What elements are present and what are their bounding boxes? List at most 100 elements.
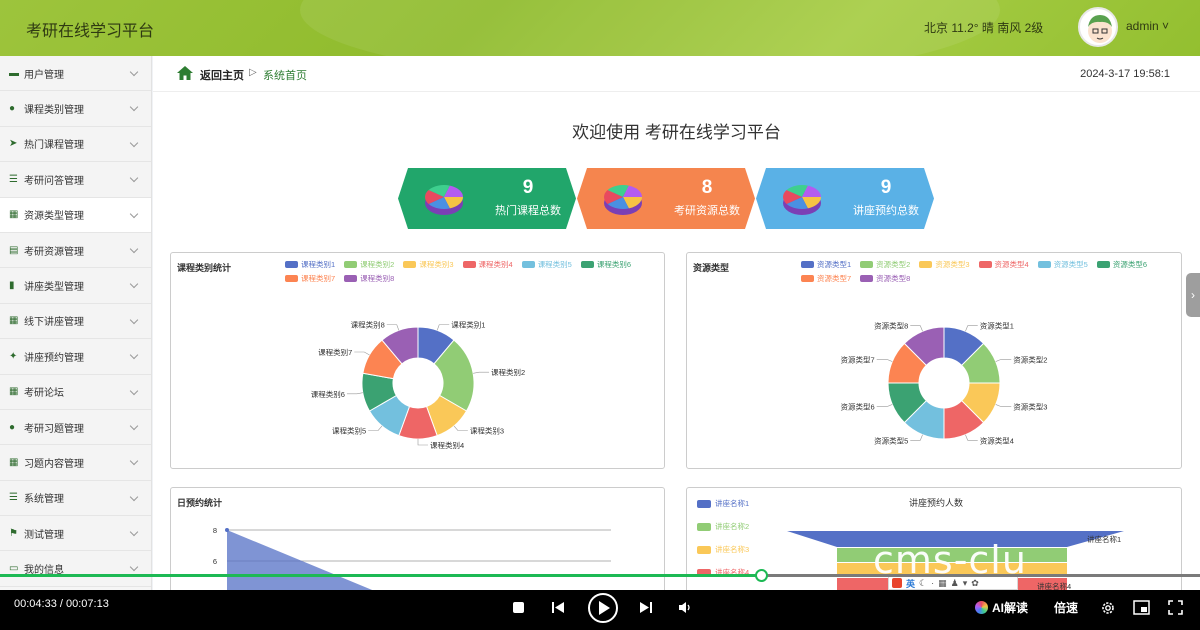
grid-icon: ▦ [9,209,19,221]
avatar-icon [1088,15,1112,43]
stat-card-resources[interactable]: 8 考研资源总数 [577,168,755,229]
moon-icon[interactable]: ☾ [919,578,927,589]
grid-icon: ▦ [9,315,19,327]
chevron-down-icon [129,67,139,77]
ticket-icon: ✦ [9,350,18,362]
stat-label: 热门课程总数 [495,205,561,217]
logo-icon [892,578,902,588]
sidebar-item-label: 课程类别管理 [24,105,84,117]
sidebar-item[interactable]: ▦ 资源类型管理 [0,197,151,233]
progress-handle[interactable] [754,569,768,582]
slice-label: 课程类别1 [451,320,485,330]
sidebar-item[interactable]: ▤ 考研资源管理 [0,232,151,269]
play-icon [588,593,618,623]
label-line [386,324,400,331]
pip-button[interactable] [1133,600,1150,615]
stop-button[interactable] [512,601,525,614]
stat-value: 9 [880,177,892,198]
data-point[interactable] [225,528,229,532]
sidebar-item[interactable]: ➤ 热门课程管理 [0,126,151,163]
slice-label: 课程类别8 [351,320,385,330]
side-expand-button[interactable]: › [1186,273,1200,317]
picture-in-picture-icon [1133,600,1150,615]
resource-type-chart: 资源类型 资源类型1 资源类型2 资源类型3 资源类型4 资源类型5 资源类型6 资源类型7… [686,252,1182,469]
breadcrumb: 返回主页 ▷ 系统首页 2024-3-17 19:58:1 [153,56,1200,92]
sidebar-item-label: 系统管理 [24,494,64,506]
label-line [876,404,893,408]
user-menu[interactable]: admin ˅ [1126,19,1169,33]
speed-button[interactable]: 倍速 [1054,599,1078,616]
sidebar-item-label: 测试管理 [24,529,64,541]
sidebar-item[interactable]: ▬ 用户管理 [0,56,151,92]
stat-value: 9 [522,177,534,198]
sidebar-item[interactable]: ☰ 考研问答管理 [0,162,151,198]
id-card-icon: ▭ [9,563,19,575]
flag-icon: ⚑ [9,527,18,539]
shirt-icon[interactable]: ▾ [963,578,968,589]
chevron-down-icon [129,421,139,431]
avatar[interactable] [1078,7,1118,47]
sidebar-item[interactable]: ▦ 考研论坛 [0,374,151,410]
label-line [436,324,450,331]
home-icon[interactable] [177,66,193,80]
slice-label: 课程类别2 [491,367,525,377]
app-title: 考研在线学习平台 [26,23,155,40]
sidebar-item-label: 考研习题管理 [24,423,84,435]
person-icon[interactable]: ♟ [951,578,959,589]
label-line [910,325,923,332]
sidebar-item[interactable]: ▮ 讲座类型管理 [0,268,151,304]
chart-icon: ▤ [9,244,19,256]
grid-icon: ▦ [9,456,19,468]
label-line [368,425,383,431]
slice-label: 资源类型5 [874,435,908,445]
sidebar-item[interactable]: ⚑ 测试管理 [0,516,151,552]
sidebar-item-label: 考研问答管理 [24,175,84,187]
pie-chart-icon [425,185,463,215]
stop-icon [513,602,524,613]
stat-label: 讲座预约总数 [853,205,919,217]
progress-bar[interactable] [0,569,1200,582]
sidebar-item[interactable]: ▦ 习题内容管理 [0,445,151,481]
stat-card-lecture-bookings[interactable]: 9 讲座预约总数 [756,168,934,229]
label-line [965,325,978,332]
next-button[interactable] [639,601,653,614]
grid-icon: ▦ [9,386,19,398]
play-button[interactable] [587,592,619,624]
sidebar-item[interactable]: ☰ 系统管理 [0,480,151,517]
sidebar-item-label: 习题内容管理 [24,458,84,470]
settings-button[interactable] [1100,600,1116,616]
donut-chart: 课程类别1 课程类别2 课程类别3 课程类别4 课程类别5 课程类别6 课程类别7 课程类别8 [311,320,525,450]
mini-toolbar-label[interactable]: 英 [906,577,915,590]
keyboard-icon[interactable]: ▦ [938,578,947,589]
sidebar-item[interactable]: ✦ 讲座预约管理 [0,339,151,375]
back-home-link[interactable]: 返回主页 [200,67,244,83]
y-tick-label: 8 [213,526,217,535]
chevron-down-icon [129,209,139,218]
breadcrumb-current[interactable]: 系统首页 [263,67,307,83]
area-series[interactable] [227,530,527,590]
slice-label: 资源类型7 [841,354,875,364]
label-line [965,434,978,441]
volume-icon [679,602,690,613]
skip-back-icon [552,602,564,613]
fullscreen-button[interactable] [1168,600,1183,615]
sidebar-item[interactable]: ▦ 线下讲座管理 [0,303,151,340]
label-line [995,358,1012,362]
label-line [354,351,370,356]
chevron-down-icon [129,386,139,395]
sliders-icon: ☰ [9,173,18,185]
volume-button[interactable] [678,601,694,614]
label-line [473,371,490,374]
chevron-down-icon [129,138,139,148]
stat-card-hot-courses[interactable]: 9 热门课程总数 [398,168,576,229]
sidebar-item[interactable]: ● 课程类别管理 [0,91,151,127]
gear-icon[interactable]: ✿ [971,578,979,589]
sidebar-item[interactable]: ● 考研习题管理 [0,409,151,446]
sidebar-item[interactable]: ▭ 我的信息 [0,551,151,587]
folder-icon: ▬ [9,67,19,79]
ai-interpret-button[interactable]: AI解读 [975,599,1028,616]
label-line [910,434,923,441]
slice-label: 课程类别6 [311,389,345,399]
previous-button[interactable] [551,601,565,614]
dot-icon[interactable]: · [931,578,934,588]
